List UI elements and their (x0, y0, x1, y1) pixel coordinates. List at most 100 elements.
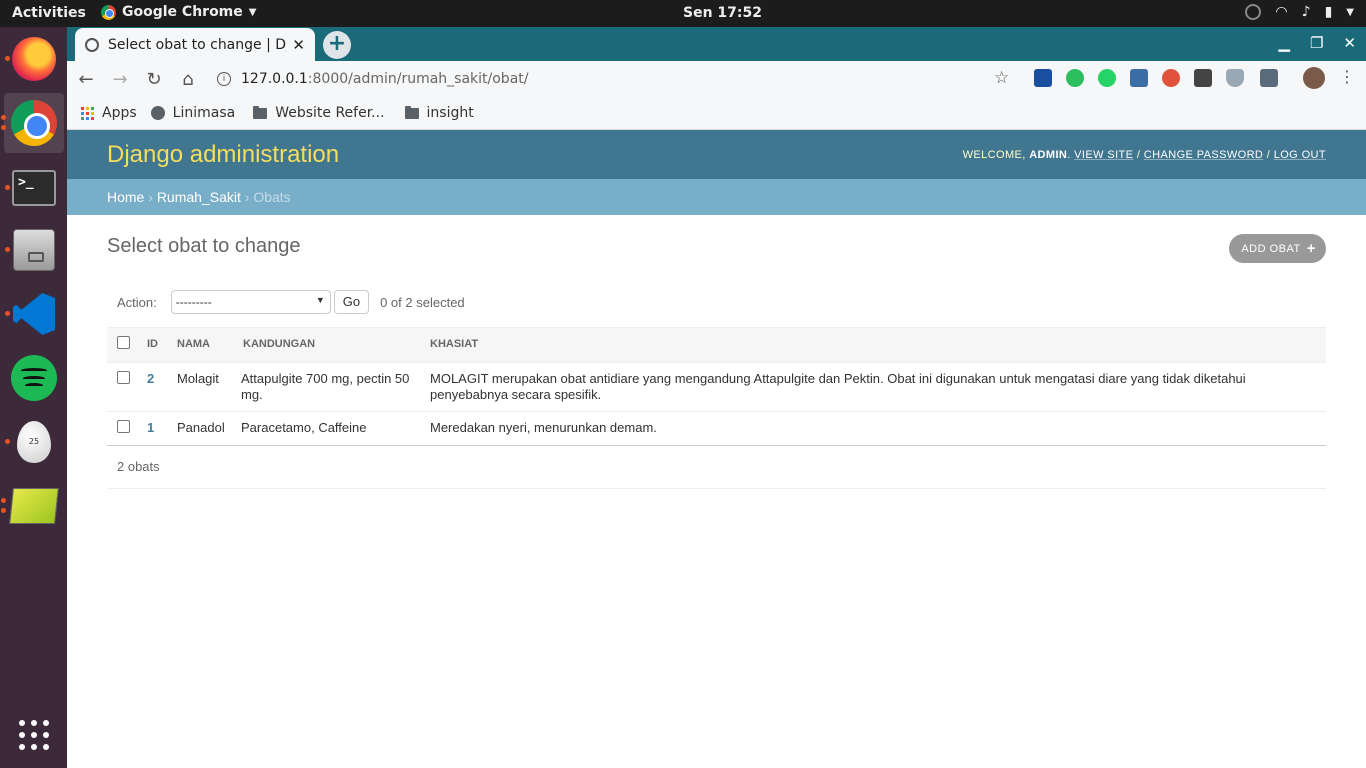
nama-cell: Panadol (169, 411, 233, 446)
evernote-icon[interactable] (1066, 69, 1084, 87)
bookmark-folder-website[interactable]: Website Refer... (253, 105, 385, 121)
separator: / (1266, 148, 1271, 161)
page-title: Select obat to change (107, 235, 301, 257)
avatar[interactable] (1303, 67, 1325, 89)
row-checkbox[interactable] (117, 420, 130, 433)
more-icon[interactable]: ⋮ (1339, 67, 1355, 86)
close-window-icon[interactable]: ✕ (1343, 34, 1356, 52)
column-header-khasiat[interactable]: KHASIAT (422, 327, 1326, 363)
activities-button[interactable]: Activities (12, 5, 86, 21)
star-icon[interactable]: ☆ (994, 68, 1009, 88)
bookmark-label: Apps (102, 105, 137, 121)
back-icon[interactable]: ← (71, 69, 101, 90)
dock-sticky-notes[interactable] (1, 476, 64, 536)
running-indicator (5, 439, 10, 444)
minimize-icon[interactable]: ▁ (1278, 34, 1290, 52)
row-checkbox[interactable] (117, 371, 130, 384)
separator: / (1136, 148, 1141, 161)
dock-firefox[interactable] (4, 29, 64, 89)
row-id-link[interactable]: 2 (147, 371, 154, 386)
bookmark-linimasa[interactable]: Linimasa (150, 105, 236, 121)
select-all-checkbox[interactable] (117, 336, 130, 349)
select-all-cell (107, 327, 139, 363)
sticky-notes-icon (9, 488, 59, 524)
tab-strip: Select obat to change | Dj ✕ + ▁ ❐ ✕ (67, 27, 1366, 61)
dock-spotify[interactable] (4, 348, 64, 408)
plus-icon: + (1306, 240, 1316, 257)
breadcrumb-app[interactable]: Rumah_Sakit (157, 189, 241, 205)
row-select-cell (107, 362, 139, 412)
wifi-icon: ◠ (1275, 4, 1288, 20)
running-indicator (1, 508, 6, 513)
column-header-kandungan[interactable]: KANDUNGAN (233, 327, 422, 363)
breadcrumb-home[interactable]: Home (107, 189, 144, 205)
clock[interactable]: Sen 17:52 (683, 5, 762, 21)
running-indicator (5, 311, 10, 316)
system-tray[interactable]: ◠ ♪ ▮ ▼ (1245, 4, 1354, 20)
dock-files[interactable] (4, 220, 64, 280)
vscode-icon (13, 293, 55, 335)
eyedropper-icon[interactable] (1260, 69, 1278, 87)
info-icon[interactable]: i (217, 72, 231, 86)
maximize-icon[interactable]: ❐ (1310, 34, 1323, 52)
welcome-text: WELCOME, (962, 148, 1026, 161)
browser-tab[interactable]: Select obat to change | Dj ✕ (75, 28, 315, 61)
change-password-link[interactable]: CHANGE PASSWORD (1144, 149, 1263, 161)
khasiat-cell: Meredakan nyeri, menurunkan demam. (422, 411, 1326, 446)
home-icon[interactable]: ⌂ (173, 69, 203, 90)
row-id-link[interactable]: 1 (147, 420, 154, 435)
bookmark-folder-insight[interactable]: insight (404, 105, 474, 121)
column-header-nama[interactable]: NAMA (169, 327, 233, 363)
folder-icon (253, 105, 268, 119)
action-select[interactable]: --------- (170, 290, 331, 314)
kandungan-cell: Attapulgite 700 mg, pectin 50 mg. (233, 362, 422, 412)
site-brand[interactable]: Django administration (107, 141, 339, 169)
new-tab-button[interactable]: + (323, 31, 351, 59)
running-indicator (1, 498, 6, 503)
khasiat-cell: MOLAGIT merupakan obat antidiare yang me… (422, 362, 1326, 412)
dock-terminal[interactable]: >_ (4, 158, 64, 218)
app-menu[interactable]: Google Chrome ▼ (101, 4, 256, 20)
view-site-link[interactable]: VIEW SITE (1074, 149, 1133, 161)
paginator: 2 obats (107, 446, 1326, 489)
whatsapp-icon[interactable] (1098, 69, 1116, 87)
extension-dots-icon[interactable] (1194, 69, 1212, 87)
bookmark-label: Linimasa (172, 105, 236, 121)
battery-icon: ▮ (1324, 4, 1333, 20)
running-indicator (5, 56, 10, 61)
firefox-icon (12, 37, 56, 81)
egg-timer-icon: 25 (17, 421, 51, 463)
chevron-down-icon: ▼ (248, 6, 257, 18)
circle-indicator-icon[interactable] (1245, 4, 1262, 20)
log-out-link[interactable]: LOG OUT (1274, 149, 1326, 161)
apps-icon (81, 106, 94, 120)
dock-vscode[interactable] (4, 284, 64, 344)
reload-icon[interactable]: ↻ (139, 69, 169, 90)
folder-icon (404, 105, 419, 119)
row-select-cell (107, 411, 139, 446)
close-icon[interactable]: ✕ (292, 36, 305, 54)
dock-timer[interactable]: 25 (4, 412, 64, 472)
address-bar[interactable]: i 127.0.0.1:8000/admin/rumah_sakit/obat/ (207, 64, 1007, 94)
content: Select obat to change ADD OBAT + Action:… (67, 215, 1366, 509)
chevron-down-icon: ▼ (1346, 6, 1354, 18)
rocket-icon[interactable] (1162, 69, 1180, 87)
dock-chrome[interactable] (1, 93, 64, 153)
add-obat-button[interactable]: ADD OBAT + (1229, 234, 1326, 263)
admin-header: Django administration WELCOME, ADMIN. VI… (67, 130, 1366, 179)
download-icon[interactable] (1130, 69, 1148, 87)
user-tools: WELCOME, ADMIN. VIEW SITE / CHANGE PASSW… (962, 148, 1326, 161)
table-row: 1 Panadol Paracetamo, Caffeine Meredakan… (107, 411, 1326, 446)
breadcrumb: Home › Rumah_Sakit › Obats (67, 179, 1366, 215)
show-applications-button[interactable] (4, 705, 64, 765)
forward-icon[interactable]: → (105, 69, 135, 90)
globe-icon (85, 37, 99, 52)
go-button[interactable]: Go (333, 290, 370, 314)
url-host: 127.0.0.1 (241, 71, 308, 87)
volume-icon: ♪ (1301, 4, 1311, 20)
column-header-id[interactable]: ID (139, 327, 169, 363)
bookmark-apps[interactable]: Apps (81, 105, 137, 121)
extension-v-icon[interactable] (1034, 69, 1052, 87)
id-cell: 2 (139, 362, 169, 412)
shield-icon[interactable] (1226, 69, 1244, 87)
